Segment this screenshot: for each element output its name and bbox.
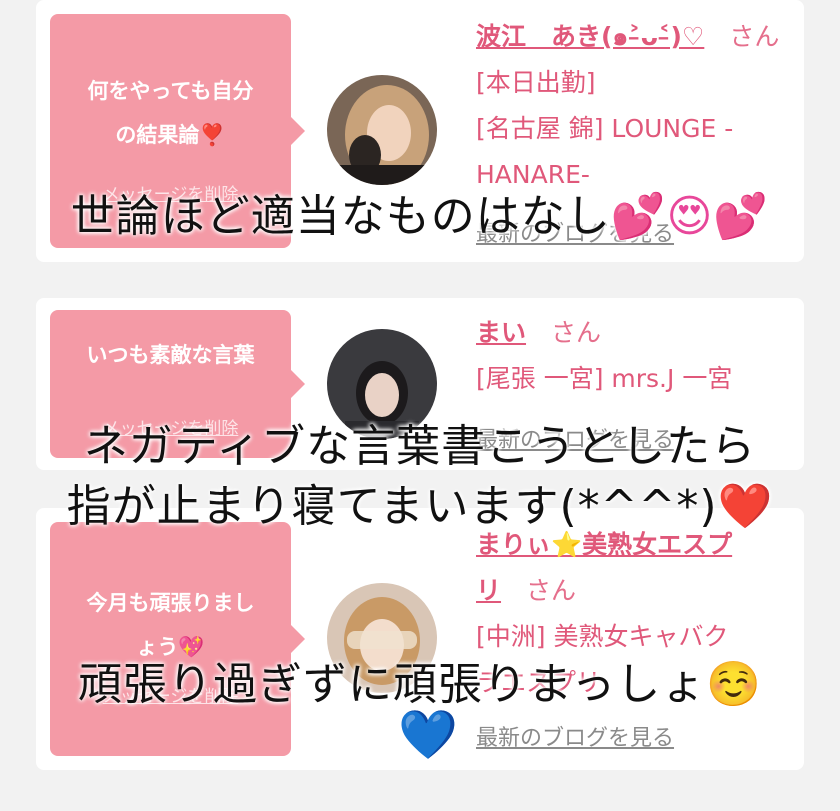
smile-emoji-icon: ☺️ [706,659,763,710]
attendance-status: [本日出勤] [476,68,596,97]
red-heart-icon: ❤️ [717,481,774,532]
avatar[interactable] [327,75,437,185]
cast-info: まい さん [尾張 一宮] mrs.J 一宮 [476,310,791,402]
message-text-line: いつも素敵な言葉 [86,343,255,367]
cast-name-link[interactable]: 波江 あき(๑˃̵ᴗ˂̵)♡ [476,22,704,51]
message-bubble: 今月も頑張りまし ょう💖 メッセージを削除 [50,522,305,756]
honorific: さん [729,22,780,51]
caption-text: 世論ほど適当なものはなし [70,191,611,242]
heart-eyes-emoji-icon: 💕😍💕 [610,191,770,242]
overlay-caption: ネガティブな言葉書こうとしたら [0,410,840,474]
blue-heart-icon: 💙 [398,707,458,763]
latest-blog-link[interactable]: 最新のブログを見る [476,720,674,752]
message-text-line: 今月も頑張りまし [86,591,255,615]
overlay-caption: 頑張り過ぎずに頑張りまっしょ☺️ [0,648,840,712]
honorific: さん [551,318,602,347]
caption-text: ネガティブな言葉書こうとしたら [83,421,757,472]
message-text-line: 何をやっても自分 [87,79,254,103]
cast-name-link[interactable]: リ [476,576,501,605]
overlay-caption: 世論ほど適当なものはなし💕😍💕 [0,180,840,244]
overlay-caption: 指が止まり寝てまいます(*^^*)❤️ [0,470,840,534]
message-text-line: の結果論❣️ [115,123,226,147]
caption-text: 指が止まり寝てまいます(*^^*) [66,481,718,532]
shop-area-line: [尾張 一宮] mrs.J 一宮 [476,364,733,393]
cast-info: 波江 あき(๑˃̵ᴗ˂̵)♡ さん [本日出勤] [名古屋 錦] LOUNGE … [476,14,791,198]
honorific: さん [526,576,577,605]
shop-area-line: [名古屋 錦] LOUNGE - [476,114,734,143]
cast-name-link[interactable]: まい [476,318,526,347]
caption-text: 頑張り過ぎずに頑張りまっしょ [77,659,707,710]
